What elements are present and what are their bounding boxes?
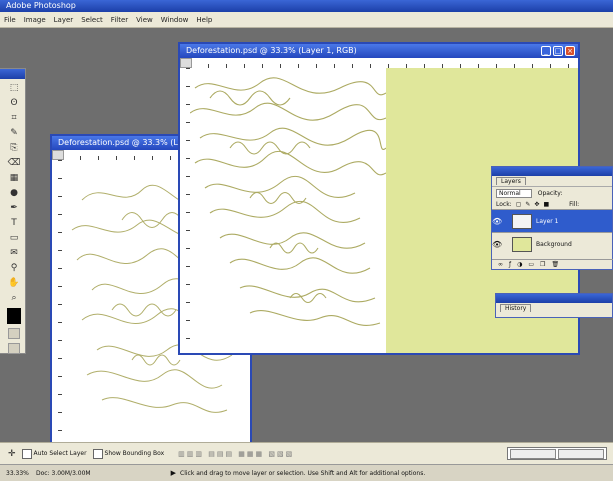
menu-bar: File Image Layer Select Filter View Window Help [0,12,613,28]
bounding-box-checkbox[interactable] [92,448,103,459]
menu-help[interactable]: Help [196,16,212,24]
status-bar: 33.33% Doc: 3.00M/3.00M ▶ Click and drag… [0,464,613,481]
layers-panel: Layers Normal Opacity: Lock: ▢ ✎ ✥ ■ Fil… [491,166,613,270]
options-bar: ✛ Auto Select Layer Show Bounding Box ▥▥… [0,442,613,464]
move-tool-icon[interactable]: ✛ [8,449,16,459]
tool-presets-tab[interactable] [558,448,604,459]
tab-layers[interactable]: Layers [496,177,526,185]
zoom-tool-icon[interactable]: ⌕ [8,291,20,304]
layer-name: Layer 1 [536,217,559,225]
eyedropper-tool-icon[interactable]: ⚲ [8,261,20,274]
quick-mask-button[interactable] [8,328,20,339]
fill-label: Fill: [569,200,580,208]
type-tool-icon[interactable]: T [8,216,20,229]
document-titlebar[interactable]: Deforestation.psd @ 33.3% (Layer 1, RGB)… [180,44,578,58]
auto-select-label: Auto Select Layer [33,450,87,457]
menu-window[interactable]: Window [161,16,189,24]
bounding-box-label: Show Bounding Box [104,450,165,457]
lock-label: Lock: [496,200,512,208]
notes-tool-icon[interactable]: ✉ [8,246,20,259]
artwork [190,77,386,326]
status-hint: Click and drag to move layer or selectio… [180,469,426,477]
layer-row[interactable]: 👁 Background [492,232,612,255]
marquee-tool-icon[interactable]: ⬚ [8,81,20,94]
tab-history[interactable]: History [500,304,532,312]
layer-list: 👁 Layer 1 👁 Background [492,209,612,255]
layer-row[interactable]: 👁 Layer 1 [492,209,612,232]
menu-image[interactable]: Image [24,16,46,24]
screen-mode-button[interactable] [8,343,20,354]
eraser-tool-icon[interactable]: ⌫ [8,156,21,169]
link-icon[interactable]: ∞ [498,261,503,268]
eye-icon[interactable]: 👁 [492,240,502,249]
document-title: Deforestation.psd @ 33.3% (Layer 1, RGB) [186,46,357,55]
menu-layer[interactable]: Layer [54,16,74,24]
maximize-button[interactable]: □ [553,46,563,56]
eye-icon[interactable]: 👁 [492,217,502,226]
crop-tool-icon[interactable]: ⌗ [8,111,20,124]
tools-palette-titlebar[interactable] [0,69,25,79]
menu-filter[interactable]: Filter [111,16,128,24]
brush-tool-icon[interactable]: ✎ [8,126,20,139]
layer-thumbnail [512,213,532,229]
window-controls: _ □ × [541,46,575,56]
history-panel-titlebar[interactable] [496,294,612,303]
lasso-tool-icon[interactable]: ʘ [8,96,20,109]
close-button[interactable]: × [565,46,575,56]
minimize-button[interactable]: _ [541,46,551,56]
ruler-origin [52,150,64,160]
zoom-field[interactable]: 33.33% [6,470,30,477]
menu-select[interactable]: Select [81,16,103,24]
tools-palette: ⬚ ʘ ⌗ ✎ ⎘ ⌫ ▦ ● ✒ T ▭ ✉ ⚲ ✋ ⌕ [0,68,26,354]
menu-file[interactable]: File [4,16,16,24]
stamp-tool-icon[interactable]: ⎘ [8,141,20,154]
align-buttons[interactable]: ▥▥▥ ▤▤▤ ▦▦▦ ▧▧▧ [178,450,294,458]
layers-options-row: Normal Opacity: [492,186,612,199]
dodge-tool-icon[interactable]: ● [8,186,20,199]
auto-select-checkbox[interactable] [21,448,32,459]
app-title: Adobe Photoshop [6,1,76,10]
app-title-bar: Adobe Photoshop [0,0,613,12]
menu-view[interactable]: View [136,16,153,24]
foreground-color-swatch[interactable] [7,308,21,324]
layer-thumbnail [512,236,532,252]
new-folder-icon[interactable]: ▭ [528,261,534,268]
move-lock-icon[interactable]: ✥ [534,201,539,208]
gradient-tool-icon[interactable]: ▦ [8,171,20,184]
hand-tool-icon[interactable]: ✋ [8,276,20,289]
palette-well[interactable] [507,447,607,460]
pen-tool-icon[interactable]: ✒ [8,201,20,214]
opacity-label: Opacity: [537,189,563,197]
status-hint-icon: ▶ [170,469,177,477]
mask-icon[interactable]: ◑ [517,261,522,268]
history-panel: History [495,293,613,318]
brushes-tab[interactable] [510,448,556,459]
shape-tool-icon[interactable]: ▭ [8,231,20,244]
trash-icon[interactable]: 🗑 [551,261,559,268]
ruler-origin [180,58,192,68]
new-layer-icon[interactable]: ❐ [540,261,545,268]
doc-size[interactable]: Doc: 3.00M/3.00M [36,470,91,477]
layers-panel-footer: ∞ ƒ ◑ ▭ ❐ 🗑 [492,259,613,269]
lock-icon[interactable]: ▢ [516,201,522,208]
full-lock-icon[interactable]: ■ [543,201,549,208]
layer-style-icon[interactable]: ƒ [509,261,511,268]
layers-lock-row: Lock: ▢ ✎ ✥ ■ Fill: [492,199,612,209]
brush-lock-icon[interactable]: ✎ [525,201,530,208]
layers-panel-titlebar[interactable] [492,167,612,176]
layer-name: Background [536,240,572,248]
blend-mode-select[interactable]: Normal [496,188,532,198]
